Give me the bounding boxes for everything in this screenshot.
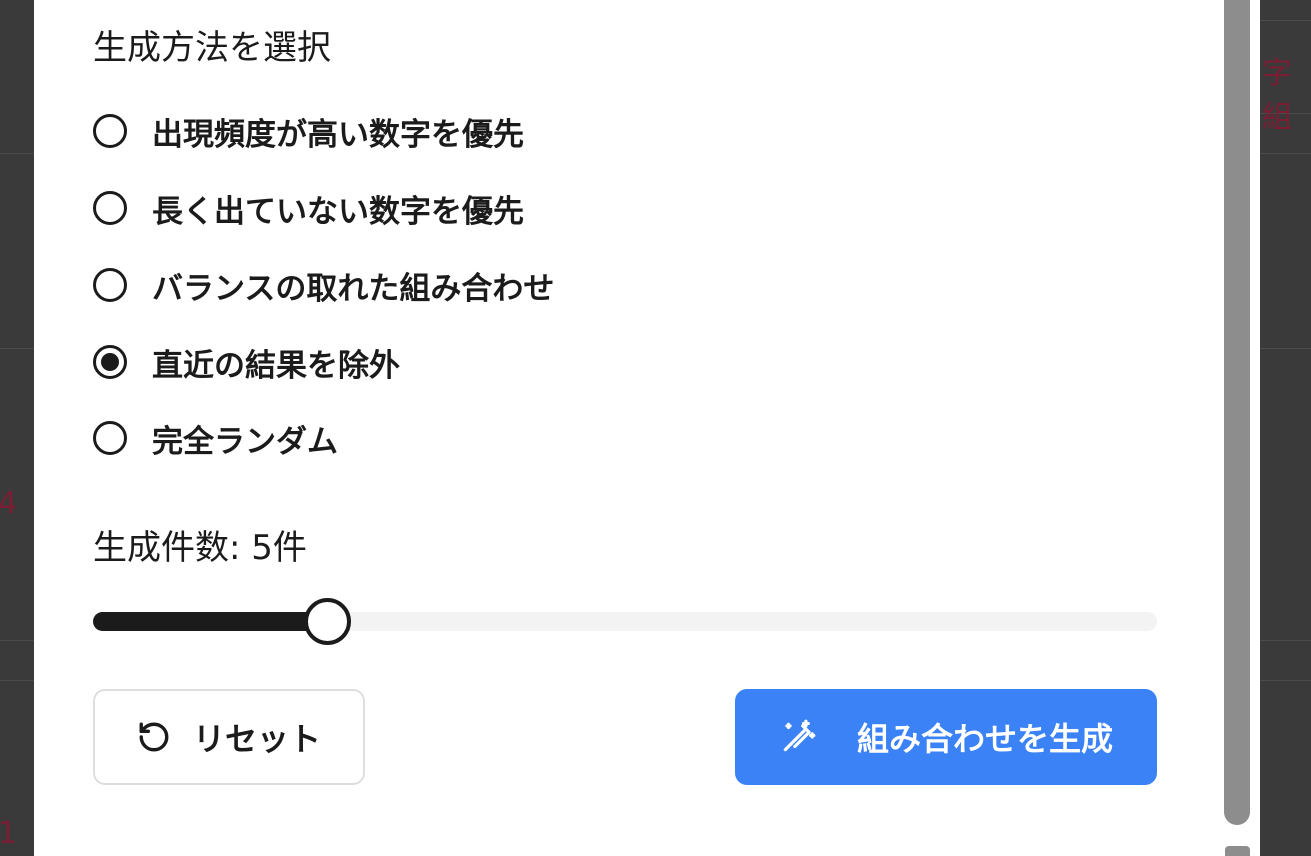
background-divider [0,640,34,641]
reset-button-label: リセット [192,720,321,758]
generation-method-option[interactable]: 出現頻度が高い数字を優先 [93,111,524,153]
background-divider [1260,20,1311,21]
generate-button[interactable]: 組み合わせを生成 [735,689,1157,785]
radio-button[interactable] [93,421,127,455]
section-title: 生成方法を選択 [93,28,331,68]
generation-method-option[interactable]: バランスの取れた組み合わせ [93,265,555,307]
magic-wand-icon [779,718,817,756]
radio-button-checked[interactable] [93,345,127,379]
scrollbar-thumb[interactable] [1224,0,1250,825]
radio-button[interactable] [93,268,127,302]
background-divider [0,348,34,349]
count-slider-fill [93,612,327,631]
background-divider [0,680,34,681]
generation-method-option[interactable]: 長く出ていない数字を優先 [93,188,524,230]
option-label: 直近の結果を除外 [152,347,400,384]
scrollbar-down-arrow-icon[interactable] [1225,846,1250,856]
background-divider [1260,153,1311,154]
option-label: バランスの取れた組み合わせ [152,270,555,307]
background-header-text: 字組 [1262,56,1292,135]
option-label: 完全ランダム [152,423,338,460]
option-label: 長く出ていない数字を優先 [152,193,524,230]
background-divider [1260,640,1311,641]
background-cell-text: 1 [0,816,18,851]
background-cell-text: 4 [0,486,18,521]
background-divider [0,153,34,154]
background-divider [1260,680,1311,681]
count-label: 生成件数: 5件 [93,528,307,568]
radio-button[interactable] [93,114,127,148]
count-slider-thumb[interactable] [304,598,351,645]
radio-button[interactable] [93,191,127,225]
option-label: 出現頻度が高い数字を優先 [152,116,524,153]
generation-method-option[interactable]: 直近の結果を除外 [93,342,400,384]
background-divider [1260,348,1311,349]
generate-button-label: 組み合わせを生成 [856,720,1113,758]
generation-method-option[interactable]: 完全ランダム [93,418,338,460]
reset-button[interactable]: リセット [93,689,365,785]
rotate-ccw-icon [137,720,171,754]
